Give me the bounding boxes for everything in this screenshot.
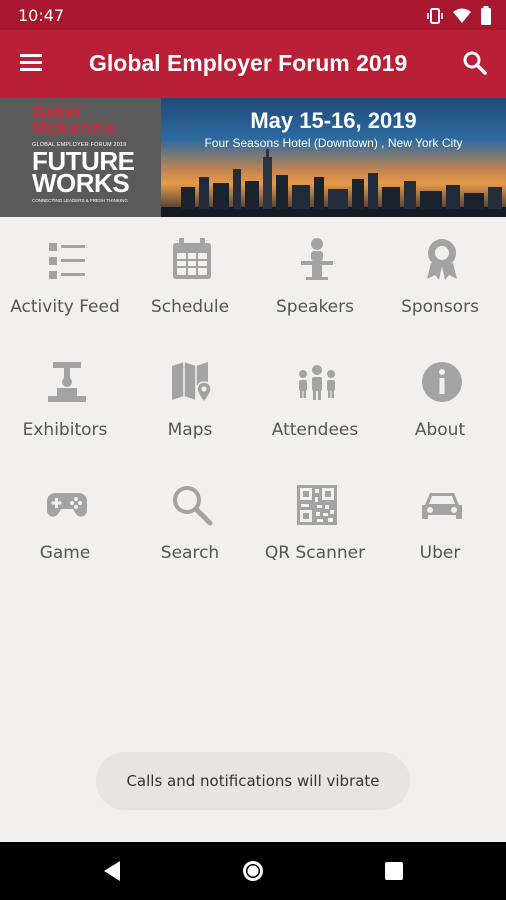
tile-game[interactable]: Game bbox=[2, 463, 128, 573]
tile-label: Activity Feed bbox=[10, 297, 120, 317]
battery-icon bbox=[481, 6, 491, 25]
tile-label: Game bbox=[39, 543, 91, 563]
search-button[interactable] bbox=[462, 50, 490, 78]
ribbon-award-icon bbox=[427, 239, 457, 280]
gamepad-icon bbox=[47, 493, 87, 517]
calendar-icon bbox=[173, 238, 211, 279]
tile-speakers[interactable]: Speakers bbox=[252, 217, 378, 327]
brand-line2: McKenzie. bbox=[32, 118, 121, 138]
tile-label: Search bbox=[160, 543, 220, 563]
info-icon bbox=[422, 362, 462, 402]
wifi-icon bbox=[453, 8, 471, 23]
tile-label: Attendees bbox=[271, 420, 359, 440]
brand-wordmark: FUTURE WORKS bbox=[32, 148, 135, 198]
tile-uber[interactable]: Uber bbox=[377, 463, 503, 573]
app-title: Global Employer Forum 2019 bbox=[89, 50, 408, 76]
hamburger-menu-icon bbox=[20, 54, 42, 71]
status-time: 10:47 bbox=[18, 6, 65, 25]
car-icon bbox=[422, 493, 462, 519]
map-pin-icon bbox=[172, 362, 212, 404]
status-icons bbox=[426, 6, 492, 26]
event-date: May 15-16, 2019 bbox=[250, 108, 417, 133]
toast-notification: Calls and notifications will vibrate bbox=[96, 752, 410, 810]
event-venue: Four Seasons Hotel (Downtown) , New York… bbox=[204, 136, 463, 150]
tile-label: Speakers bbox=[275, 297, 354, 317]
exhibitor-booth-icon bbox=[48, 362, 86, 402]
event-banner[interactable]: Baker McKenzie. GLOBAL EMPLOYER FORUM 20… bbox=[0, 98, 506, 217]
menu-button[interactable] bbox=[18, 50, 50, 78]
tile-label: Exhibitors bbox=[22, 420, 108, 440]
tile-maps[interactable]: Maps bbox=[127, 340, 253, 450]
tile-label: Sponsors bbox=[401, 297, 479, 317]
tile-label: Schedule bbox=[150, 297, 230, 317]
search-icon bbox=[173, 486, 213, 526]
recents-button[interactable] bbox=[381, 858, 407, 884]
qr-code-icon bbox=[297, 485, 337, 525]
app-bar: Global Employer Forum 2019 bbox=[0, 30, 506, 98]
tile-qr-scanner[interactable]: QR Scanner bbox=[252, 463, 378, 573]
tile-label: About bbox=[414, 420, 466, 440]
tile-schedule[interactable]: Schedule bbox=[127, 217, 253, 327]
tile-attendees[interactable]: Attendees bbox=[252, 340, 378, 450]
vibrate-icon bbox=[427, 8, 443, 24]
tile-about[interactable]: About bbox=[377, 340, 503, 450]
back-button[interactable] bbox=[100, 858, 126, 884]
tile-sponsors[interactable]: Sponsors bbox=[377, 217, 503, 327]
brand-tagline: CONNECTING LEADERS & FRESH THINKING bbox=[32, 198, 128, 203]
activity-feed-icon bbox=[49, 243, 85, 279]
search-icon bbox=[463, 51, 487, 75]
brand-logo: Baker McKenzie. bbox=[32, 103, 121, 138]
city-skyline-panel: May 15-16, 2019 Four Seasons Hotel (Down… bbox=[161, 98, 506, 217]
tile-activity-feed[interactable]: Activity Feed bbox=[2, 217, 128, 327]
recents-square-icon bbox=[385, 862, 403, 880]
back-triangle-icon bbox=[104, 861, 120, 881]
tile-exhibitors[interactable]: Exhibitors bbox=[2, 340, 128, 450]
status-bar: 10:47 bbox=[0, 0, 506, 30]
skyline-image bbox=[161, 149, 506, 217]
speaker-podium-icon bbox=[301, 238, 333, 280]
brand-big2: WORKS bbox=[32, 168, 130, 198]
people-group-icon bbox=[299, 365, 335, 400]
tile-label: QR Scanner bbox=[264, 543, 366, 563]
brand-logo-panel: Baker McKenzie. GLOBAL EMPLOYER FORUM 20… bbox=[0, 98, 161, 217]
home-button[interactable] bbox=[240, 858, 266, 884]
tile-label: Uber bbox=[419, 543, 461, 563]
tile-label: Maps bbox=[167, 420, 213, 440]
system-navigation-bar bbox=[0, 842, 506, 900]
tile-search[interactable]: Search bbox=[127, 463, 253, 573]
home-circle-icon bbox=[243, 861, 263, 881]
